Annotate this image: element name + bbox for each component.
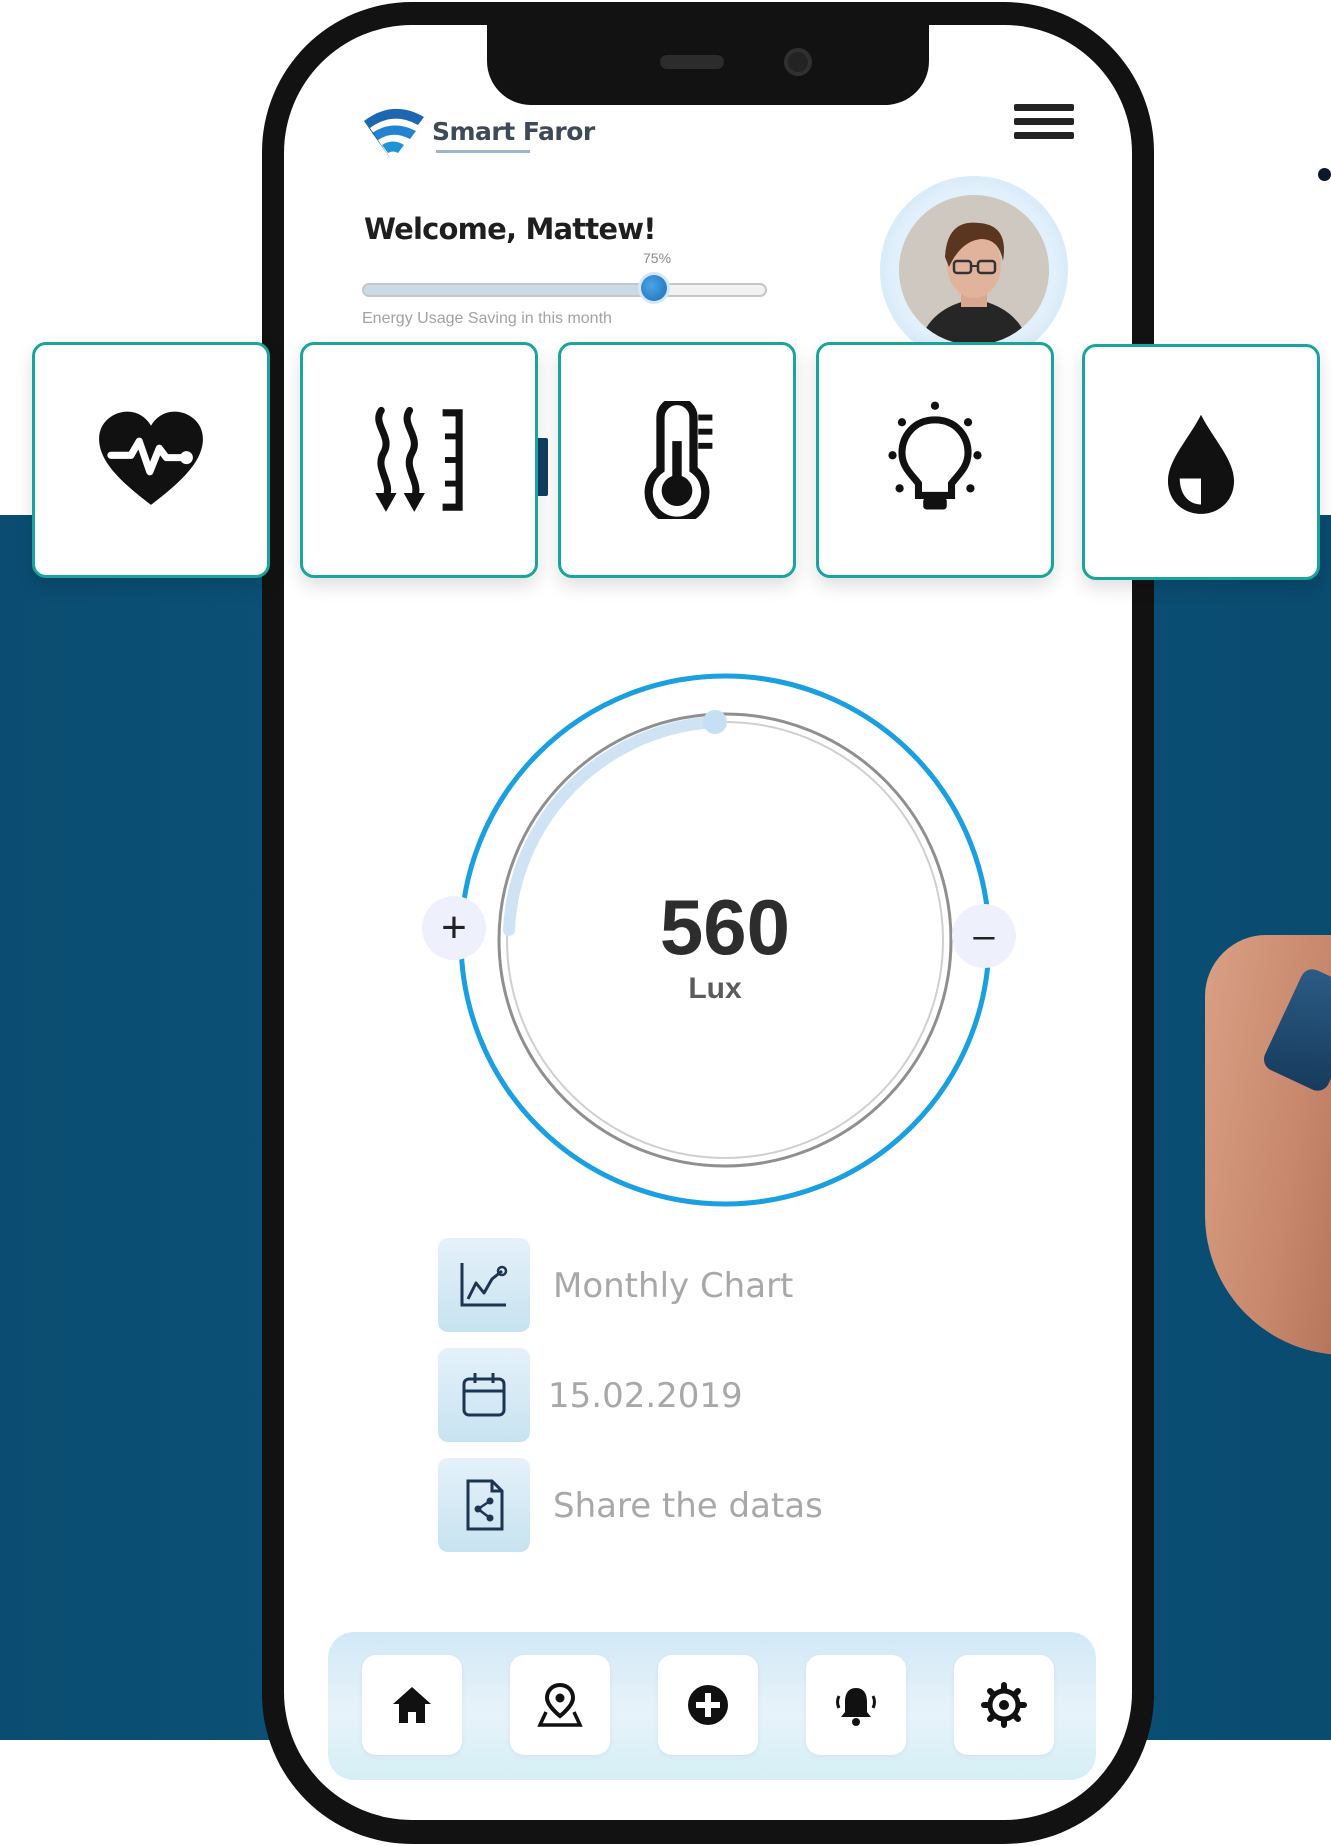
heart-pulse-icon [99, 411, 203, 505]
calendar-icon [462, 1373, 506, 1417]
thermometer-icon [644, 401, 713, 519]
home-icon [393, 1687, 431, 1723]
share-data-item[interactable]: Share the datas [438, 1458, 838, 1554]
increase-button[interactable]: + [422, 896, 486, 960]
user-avatar-icon [899, 195, 1049, 345]
decor-dot [1318, 168, 1331, 181]
bell-icon [836, 1688, 876, 1726]
add-circle-icon [688, 1685, 728, 1725]
slider-fill [364, 285, 653, 295]
lux-value: 560 [659, 883, 791, 971]
category-air-card[interactable] [300, 342, 538, 578]
date-item[interactable]: 15.02.2019 [438, 1348, 838, 1444]
energy-saving-slider[interactable] [362, 283, 767, 297]
map-pin-icon [537, 1682, 583, 1727]
monthly-chart-item[interactable]: Monthly Chart [438, 1238, 838, 1334]
energy-caption: Energy Usage Saving in this month [362, 310, 612, 327]
share-tile [438, 1458, 530, 1552]
saving-percent: 75% [643, 250, 672, 266]
avatar[interactable] [899, 195, 1049, 345]
chart-icon [460, 1263, 508, 1307]
hamburger-menu-icon[interactable] [1014, 104, 1074, 148]
category-humidity-card[interactable] [1082, 344, 1320, 580]
welcome-heading: Welcome, Mattew! [364, 212, 657, 246]
share-data-label: Share the datas [553, 1486, 823, 1526]
nav-notifications-button[interactable] [806, 1655, 906, 1755]
decrease-button[interactable]: – [952, 904, 1016, 968]
monthly-chart-label: Monthly Chart [553, 1266, 794, 1306]
phone-speaker [660, 55, 724, 69]
nav-settings-button[interactable] [954, 1655, 1054, 1755]
brand-logo-icon [364, 108, 424, 161]
slider-thumb[interactable] [640, 275, 667, 301]
nav-location-button[interactable] [510, 1655, 610, 1755]
lux-unit: Lux [688, 972, 742, 1005]
lightbulb-icon [888, 401, 982, 510]
category-temperature-card[interactable] [558, 342, 796, 578]
calendar-tile [438, 1348, 530, 1442]
phone-camera [784, 48, 812, 76]
brand-name: Smart Faror [432, 117, 595, 146]
category-light-card[interactable] [816, 342, 1054, 578]
airflow-icon [375, 406, 463, 512]
water-drop-icon [1167, 414, 1235, 514]
category-health-card[interactable] [32, 342, 270, 578]
chart-tile [438, 1238, 530, 1332]
nav-add-button[interactable] [658, 1655, 758, 1755]
nav-home-button[interactable] [362, 1655, 462, 1755]
date-label: 15.02.2019 [548, 1376, 743, 1416]
brand-tagline [436, 150, 530, 153]
share-document-icon [466, 1479, 504, 1531]
gear-icon [981, 1682, 1027, 1728]
